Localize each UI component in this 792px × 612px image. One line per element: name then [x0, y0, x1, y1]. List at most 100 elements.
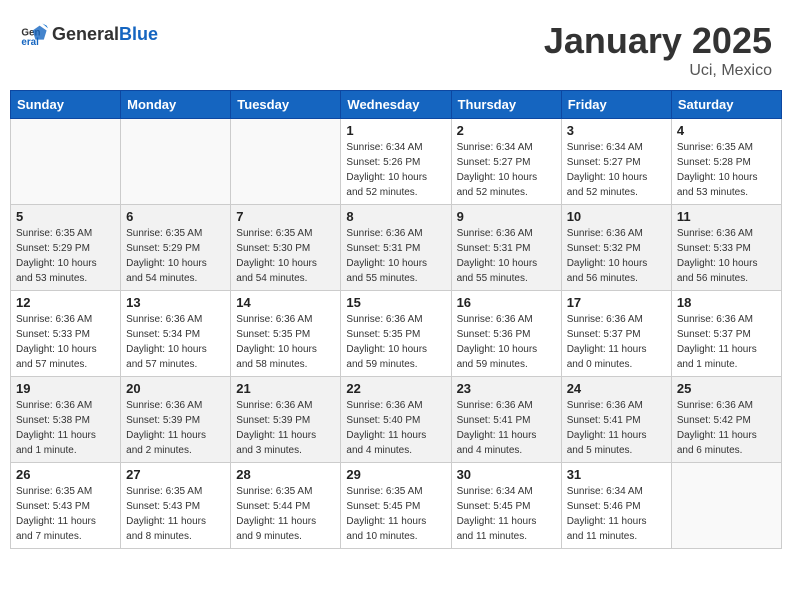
day-number: 24 — [567, 381, 666, 396]
calendar-day-header-wednesday: Wednesday — [341, 91, 451, 119]
calendar-day-header-tuesday: Tuesday — [231, 91, 341, 119]
day-info: Sunrise: 6:35 AM Sunset: 5:44 PM Dayligh… — [236, 484, 335, 544]
calendar-day-cell: 11 Sunrise: 6:36 AM Sunset: 5:33 PM Dayli… — [671, 205, 781, 291]
day-number: 15 — [346, 295, 445, 310]
day-info: Sunrise: 6:35 AM Sunset: 5:28 PM Dayligh… — [677, 140, 776, 200]
day-info: Sunrise: 6:35 AM Sunset: 5:29 PM Dayligh… — [126, 226, 225, 286]
calendar-day-header-friday: Friday — [561, 91, 671, 119]
calendar-day-cell: 12 Sunrise: 6:36 AM Sunset: 5:33 PM Dayli… — [11, 291, 121, 377]
day-info: Sunrise: 6:36 AM Sunset: 5:37 PM Dayligh… — [677, 312, 776, 372]
calendar-week-row: 1 Sunrise: 6:34 AM Sunset: 5:26 PM Daylig… — [11, 119, 782, 205]
day-info: Sunrise: 6:34 AM Sunset: 5:46 PM Dayligh… — [567, 484, 666, 544]
calendar-week-row: 5 Sunrise: 6:35 AM Sunset: 5:29 PM Daylig… — [11, 205, 782, 291]
location-text: Uci, Mexico — [544, 62, 772, 80]
day-info: Sunrise: 6:36 AM Sunset: 5:38 PM Dayligh… — [16, 398, 115, 458]
calendar-day-header-monday: Monday — [121, 91, 231, 119]
calendar-day-cell — [121, 119, 231, 205]
calendar-day-cell: 2Sunrise: 6:34 AM Sunset: 5:27 PM Daylig… — [451, 119, 561, 205]
day-info: Sunrise: 6:36 AM Sunset: 5:41 PM Dayligh… — [457, 398, 556, 458]
calendar-day-cell: 24 Sunrise: 6:36 AM Sunset: 5:41 PM Dayli… — [561, 377, 671, 463]
calendar-day-cell: 14 Sunrise: 6:36 AM Sunset: 5:35 PM Dayli… — [231, 291, 341, 377]
day-info: Sunrise: 6:35 AM Sunset: 5:30 PM Dayligh… — [236, 226, 335, 286]
day-number: 21 — [236, 381, 335, 396]
calendar-day-cell: 8Sunrise: 6:36 AM Sunset: 5:31 PM Daylig… — [341, 205, 451, 291]
day-number: 3 — [567, 123, 666, 138]
day-number: 9 — [457, 209, 556, 224]
day-info: Sunrise: 6:36 AM Sunset: 5:37 PM Dayligh… — [567, 312, 666, 372]
day-number: 1 — [346, 123, 445, 138]
day-info: Sunrise: 6:36 AM Sunset: 5:33 PM Dayligh… — [16, 312, 115, 372]
day-number: 19 — [16, 381, 115, 396]
day-info: Sunrise: 6:36 AM Sunset: 5:31 PM Dayligh… — [457, 226, 556, 286]
day-info: Sunrise: 6:36 AM Sunset: 5:35 PM Dayligh… — [236, 312, 335, 372]
calendar-day-cell: 18 Sunrise: 6:36 AM Sunset: 5:37 PM Dayli… — [671, 291, 781, 377]
calendar-table: SundayMondayTuesdayWednesdayThursdayFrid… — [10, 90, 782, 549]
day-number: 25 — [677, 381, 776, 396]
day-info: Sunrise: 6:35 AM Sunset: 5:43 PM Dayligh… — [126, 484, 225, 544]
day-info: Sunrise: 6:36 AM Sunset: 5:40 PM Dayligh… — [346, 398, 445, 458]
calendar-week-row: 12 Sunrise: 6:36 AM Sunset: 5:33 PM Dayli… — [11, 291, 782, 377]
logo: Gen eral GeneralBlue — [20, 20, 158, 48]
calendar-day-cell: 22 Sunrise: 6:36 AM Sunset: 5:40 PM Dayli… — [341, 377, 451, 463]
title-block: January 2025 Uci, Mexico — [544, 20, 772, 80]
calendar-day-cell: 23 Sunrise: 6:36 AM Sunset: 5:41 PM Dayli… — [451, 377, 561, 463]
calendar-day-cell — [11, 119, 121, 205]
day-number: 14 — [236, 295, 335, 310]
calendar-week-row: 26Sunrise: 6:35 AM Sunset: 5:43 PM Dayli… — [11, 463, 782, 549]
day-number: 27 — [126, 467, 225, 482]
calendar-day-cell: 16 Sunrise: 6:36 AM Sunset: 5:36 PM Dayli… — [451, 291, 561, 377]
day-info: Sunrise: 6:34 AM Sunset: 5:45 PM Dayligh… — [457, 484, 556, 544]
day-info: Sunrise: 6:36 AM Sunset: 5:35 PM Dayligh… — [346, 312, 445, 372]
month-year-title: January 2025 — [544, 20, 772, 62]
calendar-day-cell: 19 Sunrise: 6:36 AM Sunset: 5:38 PM Dayli… — [11, 377, 121, 463]
calendar-day-cell: 31 Sunrise: 6:34 AM Sunset: 5:46 PM Dayli… — [561, 463, 671, 549]
day-info: Sunrise: 6:36 AM Sunset: 5:36 PM Dayligh… — [457, 312, 556, 372]
day-number: 30 — [457, 467, 556, 482]
calendar-day-cell: 13Sunrise: 6:36 AM Sunset: 5:34 PM Dayli… — [121, 291, 231, 377]
day-number: 4 — [677, 123, 776, 138]
day-info: Sunrise: 6:36 AM Sunset: 5:39 PM Dayligh… — [126, 398, 225, 458]
day-number: 7 — [236, 209, 335, 224]
calendar-day-cell: 7 Sunrise: 6:35 AM Sunset: 5:30 PM Daylig… — [231, 205, 341, 291]
day-number: 16 — [457, 295, 556, 310]
calendar-day-cell: 29Sunrise: 6:35 AM Sunset: 5:45 PM Dayli… — [341, 463, 451, 549]
day-number: 29 — [346, 467, 445, 482]
day-number: 11 — [677, 209, 776, 224]
day-info: Sunrise: 6:35 AM Sunset: 5:43 PM Dayligh… — [16, 484, 115, 544]
day-info: Sunrise: 6:36 AM Sunset: 5:41 PM Dayligh… — [567, 398, 666, 458]
day-info: Sunrise: 6:34 AM Sunset: 5:27 PM Dayligh… — [457, 140, 556, 200]
day-info: Sunrise: 6:36 AM Sunset: 5:42 PM Dayligh… — [677, 398, 776, 458]
calendar-day-header-thursday: Thursday — [451, 91, 561, 119]
calendar-day-cell — [231, 119, 341, 205]
day-number: 5 — [16, 209, 115, 224]
day-number: 22 — [346, 381, 445, 396]
day-info: Sunrise: 6:34 AM Sunset: 5:26 PM Dayligh… — [346, 140, 445, 200]
calendar-day-cell: 6Sunrise: 6:35 AM Sunset: 5:29 PM Daylig… — [121, 205, 231, 291]
logo-blue-text: Blue — [119, 24, 158, 44]
calendar-day-cell: 28 Sunrise: 6:35 AM Sunset: 5:44 PM Dayli… — [231, 463, 341, 549]
day-number: 18 — [677, 295, 776, 310]
calendar-day-cell: 5 Sunrise: 6:35 AM Sunset: 5:29 PM Daylig… — [11, 205, 121, 291]
day-number: 31 — [567, 467, 666, 482]
day-number: 10 — [567, 209, 666, 224]
logo-general-text: General — [52, 24, 119, 44]
day-info: Sunrise: 6:36 AM Sunset: 5:39 PM Dayligh… — [236, 398, 335, 458]
day-info: Sunrise: 6:36 AM Sunset: 5:33 PM Dayligh… — [677, 226, 776, 286]
calendar-day-cell: 4 Sunrise: 6:35 AM Sunset: 5:28 PM Daylig… — [671, 119, 781, 205]
day-number: 12 — [16, 295, 115, 310]
calendar-day-cell: 10Sunrise: 6:36 AM Sunset: 5:32 PM Dayli… — [561, 205, 671, 291]
calendar-day-cell: 20Sunrise: 6:36 AM Sunset: 5:39 PM Dayli… — [121, 377, 231, 463]
page-header: Gen eral GeneralBlue January 2025 Uci, M… — [10, 10, 782, 85]
logo-icon: Gen eral — [20, 20, 48, 48]
day-number: 17 — [567, 295, 666, 310]
calendar-day-cell: 15 Sunrise: 6:36 AM Sunset: 5:35 PM Dayli… — [341, 291, 451, 377]
calendar-day-cell: 3Sunrise: 6:34 AM Sunset: 5:27 PM Daylig… — [561, 119, 671, 205]
calendar-header-row: SundayMondayTuesdayWednesdayThursdayFrid… — [11, 91, 782, 119]
day-number: 23 — [457, 381, 556, 396]
day-info: Sunrise: 6:35 AM Sunset: 5:29 PM Dayligh… — [16, 226, 115, 286]
calendar-day-header-sunday: Sunday — [11, 91, 121, 119]
day-number: 28 — [236, 467, 335, 482]
calendar-day-cell — [671, 463, 781, 549]
day-info: Sunrise: 6:36 AM Sunset: 5:31 PM Dayligh… — [346, 226, 445, 286]
calendar-day-cell: 9 Sunrise: 6:36 AM Sunset: 5:31 PM Daylig… — [451, 205, 561, 291]
